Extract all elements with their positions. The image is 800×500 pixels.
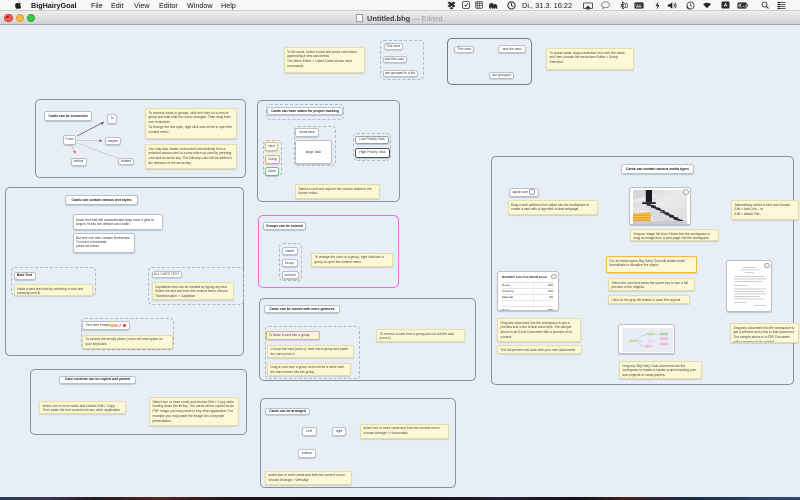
svg-text:+2: +2 — [742, 3, 747, 8]
